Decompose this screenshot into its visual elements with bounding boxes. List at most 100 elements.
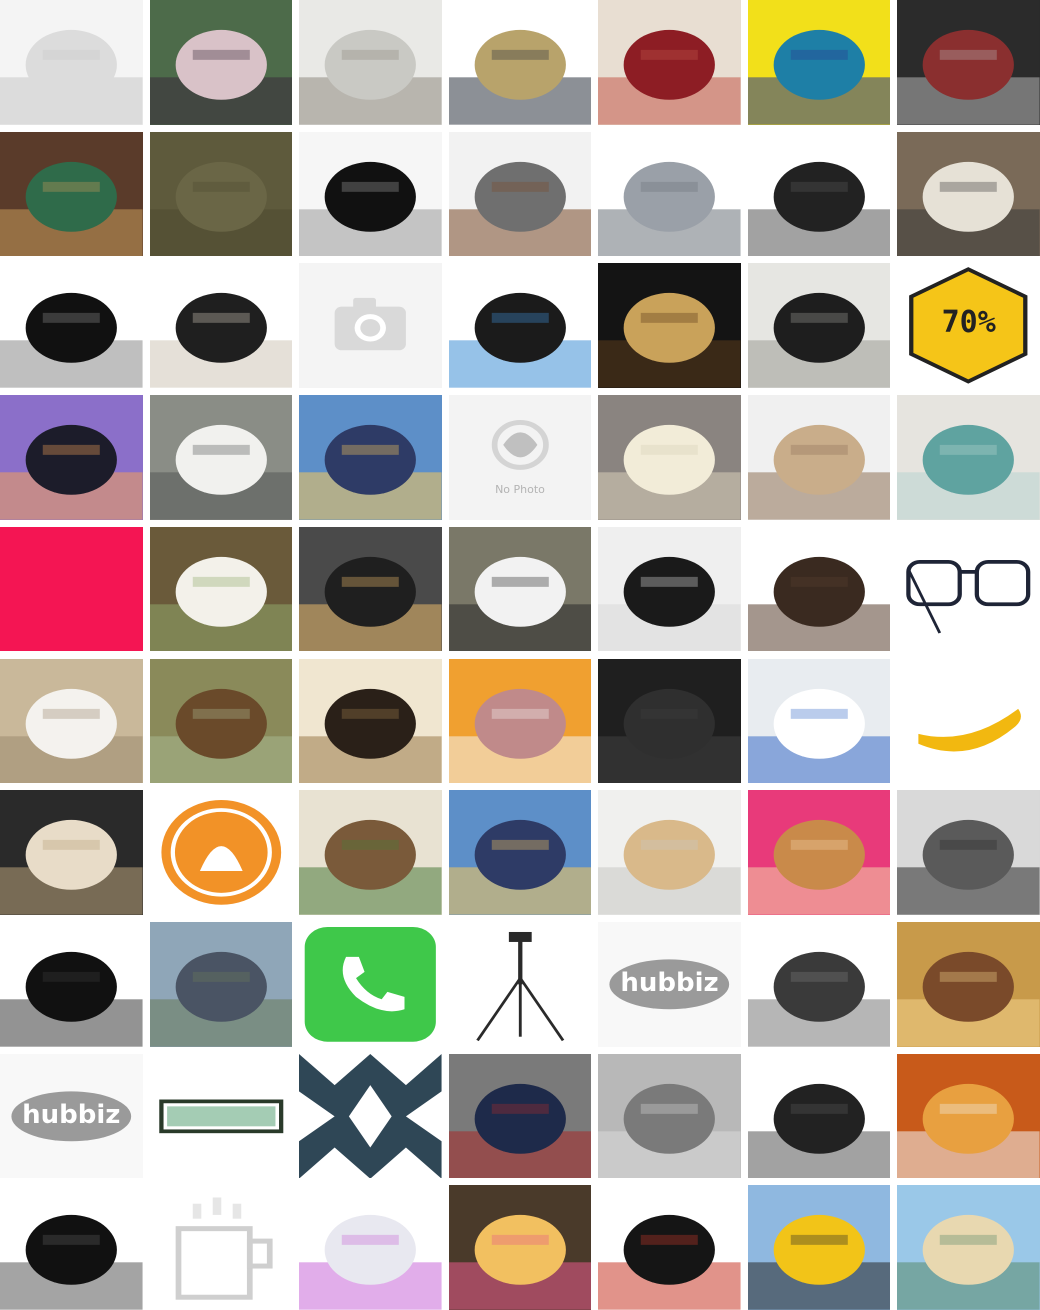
tile-bathroom[interactable] (0, 658, 143, 784)
white-keyboard-image (299, 1185, 442, 1310)
black-fabric-image (0, 921, 143, 1047)
tile-windows-dialog-screenshot[interactable] (747, 658, 891, 784)
tile-black-hitch-bracket[interactable] (747, 1053, 891, 1179)
tile-dark-image-placeholder[interactable] (598, 658, 741, 784)
orange-logo-image (149, 790, 293, 915)
yellow-blue-pop-art-portrait-image (747, 0, 891, 125)
tile-dog-at-window[interactable] (299, 658, 442, 784)
tile-olive-fabric-texture[interactable] (149, 131, 293, 257)
camera-placeholder-icon-image (299, 263, 442, 389)
tile-text: No Photo (495, 483, 545, 497)
tile-solid-pink-color[interactable] (0, 526, 143, 652)
tile-orange-logo[interactable] (149, 790, 293, 915)
tile-power-cord[interactable] (0, 1185, 143, 1310)
tile-black-duffel-bag[interactable] (598, 1185, 741, 1310)
tile-mini-excavator[interactable] (747, 1185, 891, 1310)
tile-camera-placeholder-icon[interactable] (299, 263, 442, 389)
coffee-cup-icon-image (149, 1185, 293, 1310)
bathroom-image (0, 658, 143, 784)
tile-white-classic-car[interactable] (149, 395, 293, 520)
tile-soup-bowl[interactable] (149, 526, 293, 652)
tile-pixelated-dog[interactable] (598, 263, 741, 389)
tile-airplane-sunset[interactable] (0, 395, 143, 520)
tile-beach-dunes[interactable] (897, 1185, 1040, 1310)
tile-hook-tool[interactable] (747, 921, 891, 1047)
geometric-pattern-image (299, 1053, 442, 1179)
tile-light-wood-kitchen[interactable] (598, 790, 741, 915)
tile-black-cable[interactable] (0, 263, 143, 389)
olive-fabric-texture-image (149, 131, 293, 257)
image-grid: 70% No Photo hubbiz hubbiz (0, 0, 1040, 1310)
tile-phone-app-icon[interactable] (299, 921, 442, 1047)
tile-house-at-dusk[interactable] (448, 790, 592, 915)
house-at-dusk-image (299, 395, 442, 520)
tile-hubbiz-logo[interactable]: hubbiz (598, 921, 741, 1047)
tile-person-portrait[interactable] (149, 0, 293, 125)
tile-engine-part[interactable] (598, 1053, 741, 1179)
black-dress-mannequin-image (299, 131, 442, 257)
tile-hubbiz-logo[interactable]: hubbiz (0, 1053, 143, 1179)
grey-auto-parts-image (598, 131, 741, 257)
soup-bowl-image (149, 526, 293, 652)
tile-no-photo-placeholder[interactable]: No Photo (448, 395, 592, 520)
tile-grey-suv[interactable] (149, 921, 293, 1047)
tile-discount-badge[interactable]: 70% (897, 263, 1040, 389)
tile-decorated-cookies[interactable] (448, 1185, 592, 1310)
tile-curtained-window[interactable] (897, 395, 1040, 520)
tile-white-bedroom-furniture[interactable] (0, 0, 143, 125)
tile-vintage-pistol[interactable] (448, 131, 592, 257)
tile-grey-auto-parts[interactable] (598, 131, 741, 257)
tile-hunter-with-moose[interactable] (149, 658, 293, 784)
tile-black-sensor-part[interactable] (747, 131, 891, 257)
yellow-zucchini-image (897, 658, 1040, 784)
tile-green-battery-icon[interactable] (149, 1053, 293, 1179)
tile-text: hubbiz (620, 967, 719, 998)
tile-tripod[interactable] (448, 921, 592, 1047)
light-wood-kitchen-image (598, 790, 741, 915)
tile-cream-skirt[interactable] (598, 395, 741, 520)
tile-grayscale-portrait[interactable] (897, 790, 1040, 915)
white-kitchen-interior-image (598, 526, 741, 652)
tile-black-fabric[interactable] (0, 921, 143, 1047)
tile-restaurant-interior[interactable] (897, 921, 1040, 1047)
tile-wooden-stool[interactable] (747, 395, 891, 520)
beach-dunes-image (897, 1185, 1040, 1310)
black-cable-image (0, 263, 143, 389)
tile-bedroom-red-curtains[interactable] (598, 0, 741, 125)
wooden-stool-image (747, 395, 891, 520)
tile-desk-with-books[interactable] (299, 790, 442, 915)
white-bmw-image (448, 526, 592, 652)
tile-white-kitchen[interactable] (299, 0, 442, 125)
tile-dark-kitchen[interactable] (747, 263, 891, 389)
tile-orange-bathroom[interactable] (448, 658, 592, 784)
tile-yellow-blue-pop-art-portrait[interactable] (747, 0, 891, 125)
tile-eyeglasses[interactable] (897, 526, 1040, 652)
dog-at-window-image (299, 658, 442, 784)
tile-coffee-cup-icon[interactable] (149, 1185, 293, 1310)
tile-house-at-dusk[interactable] (299, 395, 442, 520)
khaki-pants-image (448, 0, 592, 125)
airplane-sunset-image (0, 395, 143, 520)
tile-fireplace-interior[interactable] (0, 790, 143, 915)
tile-red-leather-car-interior[interactable] (897, 0, 1040, 125)
tile-khaki-pants[interactable] (448, 0, 592, 125)
tile-white-keyboard[interactable] (299, 1185, 442, 1310)
laptop-image (448, 263, 592, 389)
tile-white-kitchen-interior[interactable] (598, 526, 741, 652)
tile-yellow-zucchini[interactable] (897, 658, 1040, 784)
tile-modern-living-room[interactable] (897, 131, 1040, 257)
tile-black-dress-mannequin[interactable] (299, 131, 442, 257)
tile-open-black-handbag[interactable] (149, 263, 293, 389)
tile-geometric-pattern[interactable] (299, 1053, 442, 1179)
tile-cream-in-pink-bowl[interactable] (747, 790, 891, 915)
tile-white-bmw[interactable] (448, 526, 592, 652)
tile-wooden-cabinet[interactable] (747, 526, 891, 652)
cream-in-pink-bowl-image (747, 790, 891, 915)
tile-roasted-chicken[interactable] (897, 1053, 1040, 1179)
tile-laptop[interactable] (448, 263, 592, 389)
windows-dialog-screenshot-image (747, 658, 891, 784)
tile-pixelated-silhouette[interactable] (299, 526, 442, 652)
tile-library-interior[interactable] (0, 131, 143, 257)
power-cord-image (0, 1185, 143, 1310)
tile-bow-ties[interactable] (448, 1053, 592, 1179)
